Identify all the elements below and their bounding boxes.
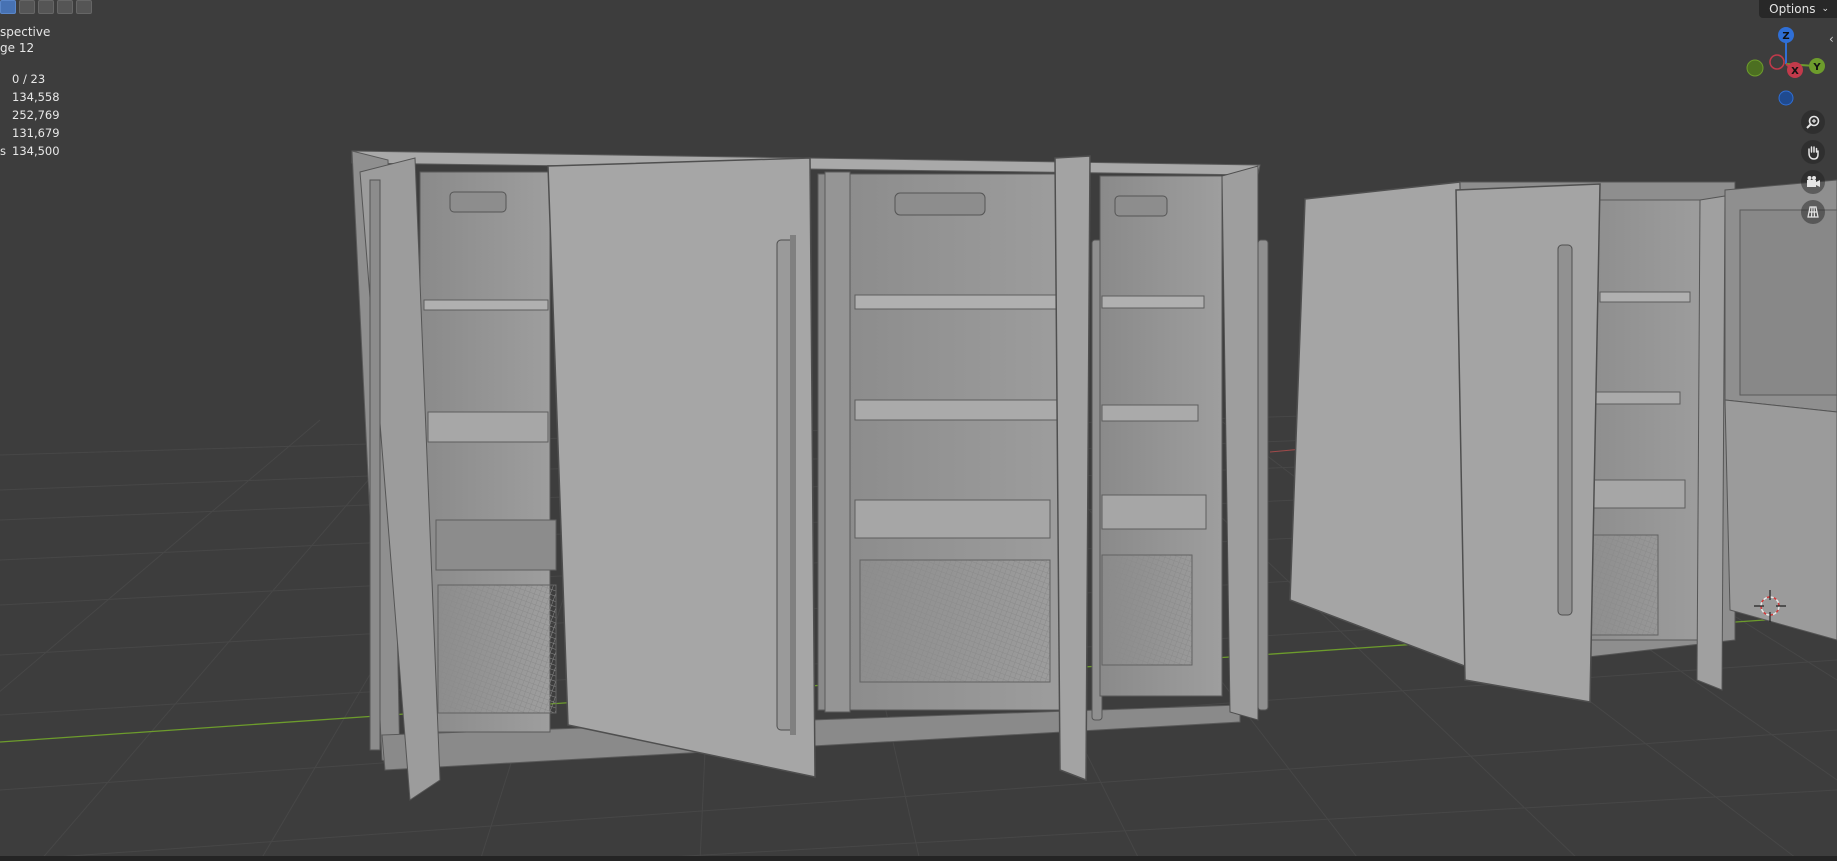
3d-viewport[interactable]: Z Y X <box>0 0 1837 861</box>
zoom-icon[interactable] <box>1801 110 1825 134</box>
camera-icon[interactable] <box>1801 170 1825 194</box>
select-mode-new-icon[interactable] <box>0 0 16 14</box>
select-mode-subtract-icon[interactable] <box>38 0 54 14</box>
collection-info: ge 12 <box>0 41 35 55</box>
gizmo-neg-x-icon <box>1769 54 1785 70</box>
navigation-gizmo[interactable]: Z Y X <box>1746 27 1825 106</box>
view-name: spective <box>0 25 51 39</box>
svg-text:Z: Z <box>1782 31 1789 42</box>
grid-icon[interactable] <box>1801 200 1825 224</box>
sidebar-toggle-icon[interactable]: ‹ <box>1829 32 1837 46</box>
svg-text:X: X <box>1791 66 1799 77</box>
hand-pan-icon[interactable] <box>1801 140 1825 164</box>
select-mode-intersect-icon[interactable] <box>76 0 92 14</box>
refrigerator-right[interactable] <box>1289 179 1837 703</box>
gizmo-neg-z-icon <box>1778 90 1794 106</box>
options-dropdown[interactable]: Options ⌄ <box>1759 0 1837 18</box>
svg-text:Y: Y <box>1812 62 1821 73</box>
status-bar <box>0 856 1837 861</box>
gizmo-neg-y-icon <box>1746 59 1764 77</box>
chevron-down-icon: ⌄ <box>1821 3 1829 14</box>
select-mode-toolbar <box>0 0 92 14</box>
select-mode-invert-icon[interactable] <box>57 0 73 14</box>
select-mode-extend-icon[interactable] <box>19 0 35 14</box>
viewport-info-overlay: spective ge 12 <box>0 24 50 56</box>
options-label: Options <box>1769 1 1816 16</box>
refrigerator-left[interactable] <box>351 150 1269 801</box>
